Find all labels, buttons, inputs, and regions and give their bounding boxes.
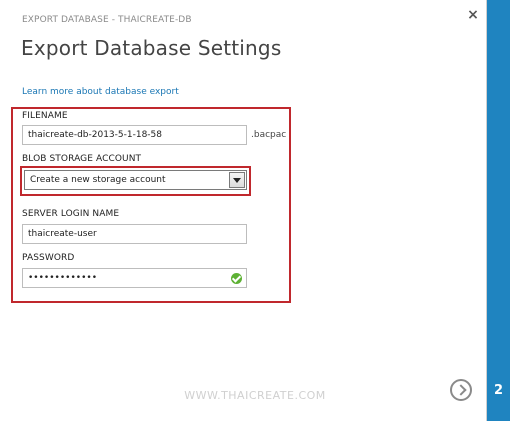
step-number: 2	[493, 383, 504, 398]
next-arrow-button[interactable]	[450, 379, 472, 401]
close-icon[interactable]: ×	[466, 8, 480, 22]
blob-storage-select[interactable]: Create a new storage account	[24, 170, 247, 190]
server-login-input[interactable]: thaicreate-user	[22, 224, 247, 244]
password-label: PASSWORD	[22, 253, 75, 263]
password-input[interactable]: •••••••••••••	[22, 268, 247, 288]
chevron-down-icon[interactable]	[229, 172, 245, 188]
server-login-label: SERVER LOGIN NAME	[22, 209, 120, 219]
wizard-step-panel: 2	[487, 0, 510, 421]
watermark-text: WWW.THAICREATE.COM	[184, 389, 326, 402]
dialog-subtitle: EXPORT DATABASE - THAICREATE-DB	[22, 15, 192, 25]
learn-more-link[interactable]: Learn more about database export	[22, 87, 179, 97]
filename-suffix: .bacpac	[251, 130, 287, 140]
export-database-dialog: × EXPORT DATABASE - THAICREATE-DB Export…	[0, 0, 487, 421]
filename-label: FILENAME	[22, 111, 68, 121]
password-value: •••••••••••••	[28, 273, 98, 283]
blob-storage-label: BLOB STORAGE ACCOUNT	[22, 154, 142, 164]
check-circle-icon	[231, 273, 242, 284]
blob-storage-selected-value: Create a new storage account	[30, 175, 166, 185]
dialog-title: Export Database Settings	[21, 36, 282, 60]
filename-input[interactable]: thaicreate-db-2013-5-1-18-58	[22, 125, 247, 145]
